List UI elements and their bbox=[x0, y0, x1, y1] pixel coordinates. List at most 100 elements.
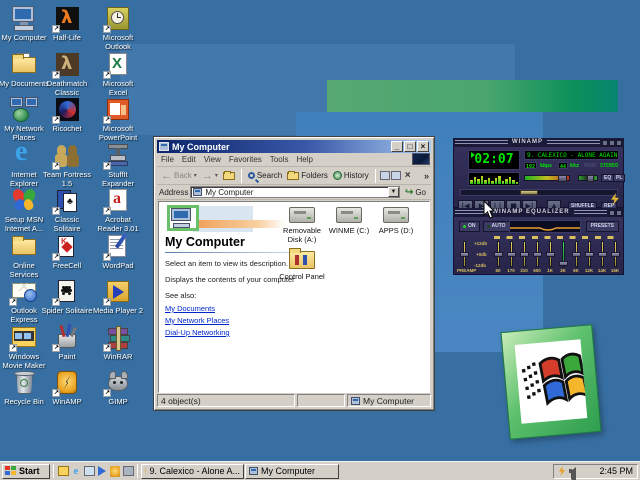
item-winme-c[interactable]: WINME (C:) bbox=[325, 207, 373, 235]
eq-slider-600[interactable] bbox=[533, 241, 542, 267]
team-fortress-icon bbox=[51, 141, 83, 170]
winamp-info-row: 192 kbps 44 khz MONO STEREO bbox=[524, 162, 619, 171]
quicklaunch-media-player[interactable] bbox=[96, 465, 108, 478]
link-dialup-networking[interactable]: Dial-Up Networking bbox=[165, 328, 291, 337]
go-button[interactable]: ↪ Go bbox=[402, 187, 429, 198]
equalizer-titlebar[interactable]: WINAMP EQUALIZER bbox=[453, 208, 624, 217]
equalizer-body: ON AUTO PRESETS +12db +0db -12db PREAMP … bbox=[453, 217, 624, 275]
item-apps-d[interactable]: APPS (D:) bbox=[372, 207, 420, 235]
task-my-computer[interactable]: My Computer bbox=[245, 463, 339, 479]
folders-button[interactable]: Folders bbox=[285, 170, 330, 180]
minimize-button[interactable]: _ bbox=[391, 141, 403, 152]
menu-view[interactable]: View bbox=[200, 155, 225, 164]
eq-curve-display bbox=[509, 220, 581, 233]
eq-presets-button[interactable]: PRESETS bbox=[585, 221, 619, 232]
eq-slider-12k[interactable] bbox=[585, 241, 594, 267]
window-title: My Computer bbox=[172, 141, 230, 152]
desktop-icon-winrar[interactable]: WinRAR bbox=[87, 323, 149, 362]
task-winamp[interactable]: 9. Calexico - Alone A... bbox=[141, 463, 244, 479]
winamp-time-display: 02:07 bbox=[468, 150, 520, 170]
winamp-window: WINAMP 02:07 9. CALEXICO - ALONE AGAIN O… bbox=[453, 138, 626, 212]
close-button[interactable]: × bbox=[417, 141, 429, 152]
quicklaunch-winamp[interactable] bbox=[109, 465, 121, 478]
eq-on-button[interactable]: ON bbox=[459, 221, 480, 232]
desktop-icon-acrobat-reader[interactable]: Acrobat Reader 3.01 bbox=[87, 186, 149, 233]
link-my-documents[interactable]: My Documents bbox=[165, 304, 291, 313]
eq-auto-led bbox=[486, 225, 490, 228]
menu-tools[interactable]: Tools bbox=[266, 155, 293, 164]
history-button[interactable]: History bbox=[331, 171, 371, 180]
desktop-icon-microsoft-outlook[interactable]: Microsoft Outlook bbox=[87, 4, 149, 51]
winamp-close[interactable] bbox=[616, 139, 622, 146]
menu-favorites[interactable]: Favorites bbox=[225, 155, 266, 164]
eq-slider-1k[interactable] bbox=[546, 241, 555, 267]
winamp-shade[interactable] bbox=[609, 139, 615, 146]
menu-file[interactable]: File bbox=[157, 155, 178, 164]
drive-icon bbox=[289, 207, 315, 223]
link-my-network-places[interactable]: My Network Places bbox=[165, 316, 291, 325]
desktop-icon-microsoft-excel[interactable]: Microsoft Excel bbox=[87, 50, 149, 97]
menu-edit[interactable]: Edit bbox=[178, 155, 200, 164]
spider-solitaire-icon bbox=[51, 277, 83, 306]
back-button[interactable]: ← Back ▾ bbox=[159, 170, 199, 182]
desktop-icon-microsoft-powerpoint[interactable]: Microsoft PowerPoint bbox=[87, 95, 149, 142]
tray-winamp-icon[interactable] bbox=[558, 466, 566, 476]
media-player-icon bbox=[102, 277, 134, 306]
eq-slider-170[interactable] bbox=[507, 241, 516, 267]
desktop-icon-gimp[interactable]: GIMP bbox=[87, 368, 149, 407]
desktop-icon-media-player-2[interactable]: Media Player 2 bbox=[84, 277, 152, 316]
winamp-volume-slider[interactable] bbox=[524, 175, 570, 182]
search-button[interactable]: Search bbox=[246, 171, 284, 180]
microsoft-excel-icon bbox=[102, 50, 134, 79]
winamp-seek-bar[interactable] bbox=[460, 189, 618, 196]
eq-slider-6k[interactable] bbox=[572, 241, 581, 267]
copyto-icon[interactable] bbox=[390, 171, 401, 180]
desktop-icon-stuffit-expander[interactable]: StuffIt Expander bbox=[87, 141, 149, 188]
eq-slider-preamp[interactable] bbox=[460, 241, 469, 267]
mouse-cursor bbox=[483, 200, 495, 219]
item-control-panel[interactable]: Control Panel bbox=[278, 248, 326, 281]
winamp-minimize[interactable] bbox=[602, 139, 608, 146]
desktop-icon-wordpad[interactable]: WordPad bbox=[87, 232, 149, 271]
start-button[interactable]: Start bbox=[2, 463, 50, 479]
webview-desc2: Displays the contents of your computer bbox=[165, 275, 295, 284]
paint-icon bbox=[51, 323, 83, 352]
winrar-icon bbox=[102, 323, 134, 352]
winamp-pl-button[interactable]: PL bbox=[613, 174, 626, 182]
up-button[interactable] bbox=[221, 170, 237, 180]
eq-slider-60[interactable] bbox=[494, 241, 503, 267]
deathmatch-classic-icon bbox=[51, 50, 83, 79]
windows-flag-logo bbox=[521, 352, 590, 406]
address-field[interactable]: My Computer ▼ bbox=[190, 186, 400, 198]
winamp-balance-slider[interactable] bbox=[578, 175, 598, 182]
menu-help[interactable]: Help bbox=[292, 155, 316, 164]
eq-slider-3k[interactable] bbox=[559, 241, 568, 267]
winamp-seek-handle[interactable] bbox=[520, 190, 539, 195]
delete-button[interactable]: × bbox=[402, 170, 414, 181]
gimp-icon bbox=[102, 368, 134, 397]
item-removable-disk[interactable]: Removable Disk (A:) bbox=[278, 207, 326, 244]
tray-volume-icon[interactable] bbox=[569, 466, 578, 480]
moveto-icon[interactable] bbox=[379, 171, 390, 180]
eq-auto-button[interactable]: AUTO bbox=[482, 221, 510, 232]
acrobat-reader-icon bbox=[102, 186, 134, 215]
forward-button[interactable]: → ▾ bbox=[200, 170, 220, 182]
quicklaunch-internet-explorer[interactable]: e bbox=[70, 465, 82, 478]
equalizer-shade[interactable] bbox=[609, 209, 616, 216]
toolbar-chevron[interactable]: » bbox=[424, 171, 429, 181]
window-titlebar[interactable]: My Computer _ □ × bbox=[157, 140, 431, 153]
winamp-spectrum bbox=[468, 172, 520, 186]
eq-slider-310[interactable] bbox=[520, 241, 529, 267]
eq-slider-16k[interactable] bbox=[611, 241, 620, 267]
microsoft-powerpoint-icon bbox=[102, 95, 134, 124]
quicklaunch-show-desktop[interactable] bbox=[83, 465, 95, 478]
eq-slider-14k[interactable] bbox=[598, 241, 607, 267]
equalizer-close[interactable] bbox=[616, 209, 623, 216]
address-bar: Address My Computer ▼ ↪ Go bbox=[157, 185, 431, 200]
maximize-button[interactable]: □ bbox=[404, 141, 416, 152]
winamp-titlebar[interactable]: WINAMP bbox=[453, 138, 624, 147]
quicklaunch-other[interactable] bbox=[122, 465, 134, 478]
address-dropdown[interactable]: ▼ bbox=[387, 187, 399, 197]
quicklaunch-movie-maker[interactable] bbox=[57, 465, 69, 478]
stuffit-expander-icon bbox=[102, 141, 134, 170]
